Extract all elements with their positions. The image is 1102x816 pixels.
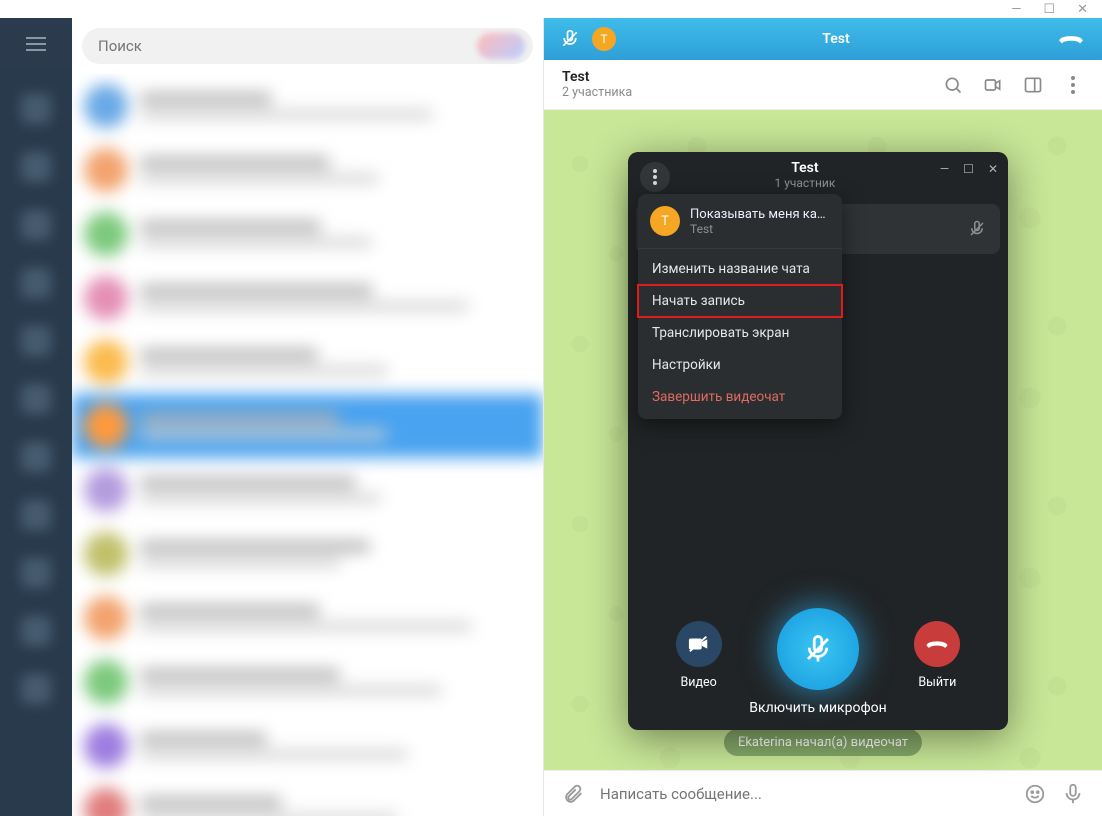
ctx-separator (638, 248, 842, 249)
chat-list-item[interactable] (72, 778, 543, 816)
chat-list[interactable] (72, 74, 543, 816)
folder-list-blurred (0, 70, 72, 816)
ctx-avatar: Т (650, 206, 680, 236)
voice-button[interactable] (1062, 783, 1084, 805)
main-menu-button[interactable] (0, 18, 72, 70)
camera-off-icon (676, 621, 722, 667)
video-chat-context-menu: Т Показывать меня как... Test Изменить н… (638, 194, 842, 419)
hangup-icon (914, 621, 960, 667)
search-field[interactable] (82, 28, 533, 64)
call-bar-title: Test (616, 31, 1056, 47)
chat-list-item[interactable] (72, 74, 543, 138)
search-in-chat-button[interactable] (942, 74, 964, 96)
video-chat-header: Test 1 участник — ☐ ✕ (628, 152, 1008, 196)
ctx-display-as[interactable]: Т Показывать меня как... Test (638, 200, 842, 246)
window-close-button[interactable]: ✕ (1077, 3, 1088, 16)
chat-title: Test (562, 69, 924, 85)
vc-maximize-button[interactable]: ☐ (963, 162, 974, 176)
ctx-display-as-label: Показывать меня как... (690, 207, 830, 222)
vc-close-button[interactable]: ✕ (988, 162, 998, 176)
ctx-end-videochat[interactable]: Завершить видеочат (638, 381, 842, 413)
chat-list-item[interactable] (72, 138, 543, 202)
toggle-video-button[interactable]: Видео (676, 621, 722, 690)
mic-button-label: Включить микрофон (628, 700, 1008, 730)
leave-call-button[interactable]: Выйти (914, 621, 960, 690)
folders-sidebar (0, 18, 72, 816)
phone-icon (1056, 30, 1086, 48)
mic-muted-icon (560, 29, 580, 49)
video-chat-controls: Видео Выйти (628, 608, 1008, 700)
ctx-share-screen[interactable]: Транслировать экран (638, 317, 842, 349)
more-button[interactable] (1062, 74, 1084, 96)
video-chat-menu-button[interactable] (640, 162, 670, 192)
participant-mic-muted-icon (968, 220, 986, 238)
chat-subtitle: 2 участника (562, 85, 924, 100)
toggle-mic-button[interactable] (777, 608, 859, 690)
vc-minimize-button[interactable]: — (940, 162, 949, 176)
attach-button[interactable] (562, 783, 584, 805)
chat-list-item[interactable] (72, 714, 543, 778)
window-titlebar: — ☐ ✕ (0, 0, 1102, 18)
chat-list-item[interactable] (72, 522, 543, 586)
message-input[interactable] (600, 785, 1008, 803)
side-panel-button[interactable] (1022, 74, 1044, 96)
emoji-button[interactable] (1024, 783, 1046, 805)
active-call-bar[interactable]: T Test (544, 18, 1102, 60)
chat-list-item[interactable] (72, 330, 543, 394)
chat-list-item[interactable] (72, 586, 543, 650)
hamburger-icon (26, 43, 46, 45)
service-message: Ekaterina начал(а) видеочат (724, 729, 922, 756)
chat-list-item[interactable] (72, 650, 543, 714)
search-input[interactable] (98, 37, 517, 55)
ctx-rename-chat[interactable]: Изменить название чата (638, 253, 842, 285)
window-maximize-button[interactable]: ☐ (1043, 3, 1055, 16)
ctx-settings[interactable]: Настройки (638, 349, 842, 381)
window-minimize-button[interactable]: — (1011, 3, 1021, 16)
chat-header: Test 2 участника (544, 60, 1102, 110)
chat-list-item[interactable] (72, 394, 543, 458)
mic-muted-big-icon (777, 608, 859, 690)
video-call-button[interactable] (982, 74, 1004, 96)
compose-bar (544, 770, 1102, 816)
ctx-start-recording[interactable]: Начать запись (638, 285, 842, 317)
leave-label: Выйти (918, 675, 956, 690)
ctx-display-as-sub: Test (690, 222, 830, 236)
chat-list-pane (72, 18, 544, 816)
account-avatar-blurred[interactable] (477, 33, 525, 59)
chat-list-item[interactable] (72, 202, 543, 266)
chat-list-item[interactable] (72, 266, 543, 330)
call-avatar: T (592, 27, 616, 51)
video-chat-subtitle: 1 участник (670, 176, 940, 190)
video-label: Видео (681, 675, 717, 690)
video-chat-title: Test (670, 160, 940, 176)
chat-list-item[interactable] (72, 458, 543, 522)
search-row (72, 18, 543, 74)
